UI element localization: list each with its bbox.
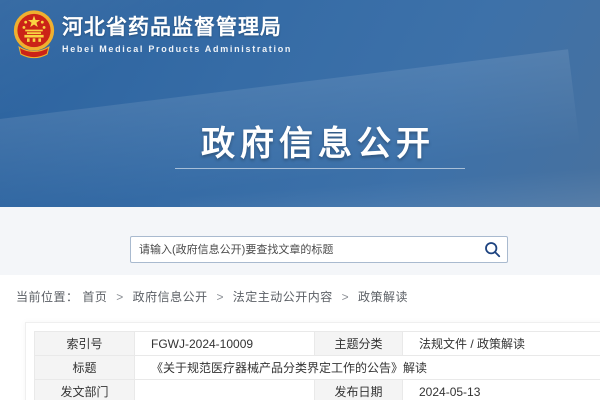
hero-banner: 河北省药品监督管理局 Hebei Medical Products Admini… [0,0,600,207]
document-meta-table: 索引号 FGWJ-2024-10009 主题分类 法规文件 / 政策解读 标题 … [34,331,600,400]
index-number-value: FGWJ-2024-10009 [135,332,315,356]
breadcrumb-separator: > [116,290,124,304]
search-box [130,236,508,263]
title-label: 标题 [35,356,135,380]
org-name-cn: 河北省药品监督管理局 [62,15,292,41]
table-row: 发文部门 发布日期 2024-05-13 [35,380,600,400]
search-icon [484,241,501,258]
title-value: 《关于规范医疗器械产品分类界定工作的公告》解读 [135,356,600,380]
page-title: 政府信息公开 [18,116,600,165]
banner-underline [175,168,465,169]
breadcrumb-item-policy-interpretation: 政策解读 [358,290,408,304]
breadcrumb-item-home[interactable]: 首页 [82,290,107,304]
breadcrumb-prefix: 当前位置： [16,290,79,304]
publish-date-label: 发布日期 [315,380,403,400]
breadcrumb-item-statutory-disclosure[interactable]: 法定主动公开内容 [233,290,333,304]
topic-category-label: 主题分类 [315,332,403,356]
breadcrumb-separator: > [216,290,224,304]
breadcrumb-separator: > [342,290,350,304]
site-logo-link[interactable]: 河北省药品监督管理局 Hebei Medical Products Admini… [13,8,292,60]
index-number-label: 索引号 [35,332,135,356]
search-section [0,207,600,275]
search-button[interactable] [477,237,507,262]
org-name-block: 河北省药品监督管理局 Hebei Medical Products Admini… [62,15,292,54]
national-emblem-icon [13,8,55,60]
search-input[interactable] [131,237,477,262]
publish-date-value: 2024-05-13 [403,380,600,400]
issuing-department-label: 发文部门 [35,380,135,400]
breadcrumb: 当前位置： 首页 > 政府信息公开 > 法定主动公开内容 > 政策解读 [16,288,408,305]
breadcrumb-item-info-disclosure[interactable]: 政府信息公开 [133,290,208,304]
document-meta-card: 索引号 FGWJ-2024-10009 主题分类 法规文件 / 政策解读 标题 … [25,322,600,400]
issuing-department-value [135,380,315,400]
topic-category-value: 法规文件 / 政策解读 [403,332,600,356]
page: 河北省药品监督管理局 Hebei Medical Products Admini… [0,0,600,400]
table-row: 标题 《关于规范医疗器械产品分类界定工作的公告》解读 [35,356,600,380]
org-name-en: Hebei Medical Products Administration [62,44,292,54]
table-row: 索引号 FGWJ-2024-10009 主题分类 法规文件 / 政策解读 [35,332,600,356]
